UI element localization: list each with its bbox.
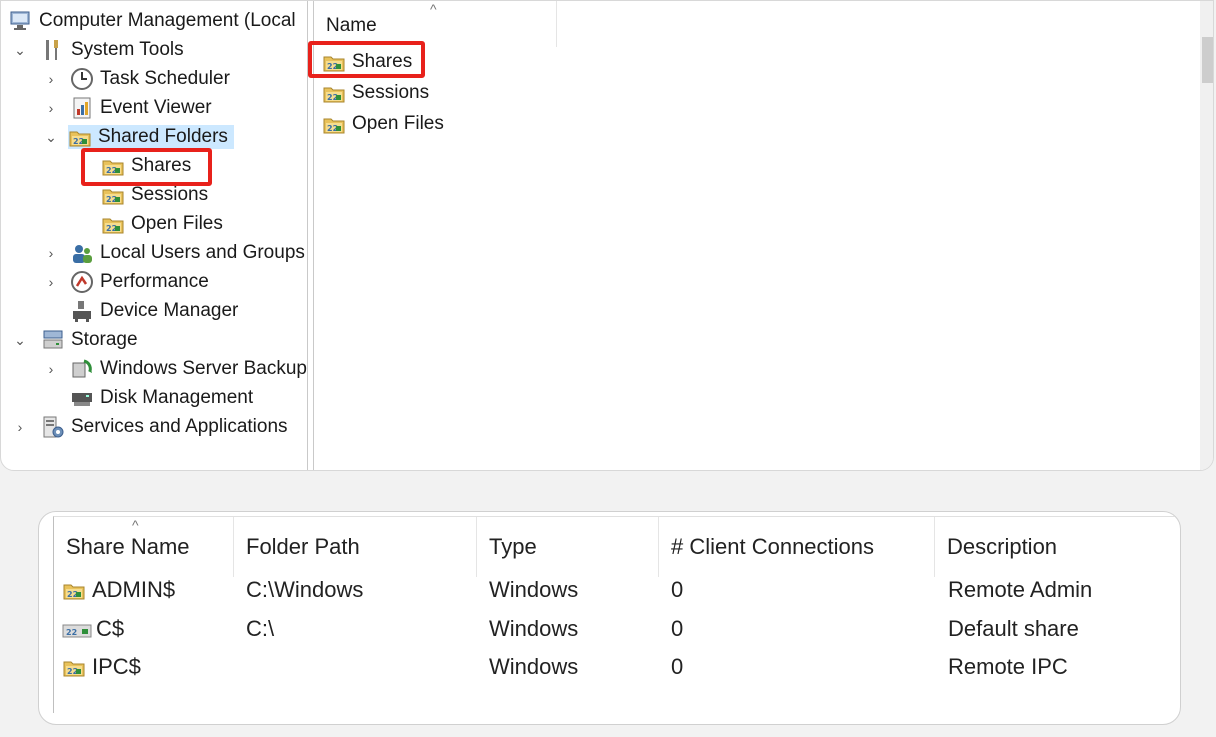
share-name-cell: IPC$ bbox=[62, 649, 141, 685]
chevron-down-icon[interactable]: ⌄ bbox=[11, 332, 29, 349]
column-header-label: Share Name bbox=[66, 534, 190, 559]
tree-item-shared-folders[interactable]: ⌄ Shared Folders bbox=[42, 124, 234, 150]
column-header-label: Type bbox=[489, 534, 537, 559]
tree-item-label: Computer Management (Local bbox=[39, 10, 296, 31]
connections-cell: 0 bbox=[671, 577, 684, 602]
share-drive-icon bbox=[62, 617, 92, 641]
chevron-right-icon[interactable]: › bbox=[42, 274, 60, 290]
tree-item-sessions[interactable]: Sessions bbox=[101, 182, 208, 208]
chevron-right-icon[interactable]: › bbox=[42, 361, 60, 377]
list-item-open-files[interactable]: Open Files bbox=[322, 110, 444, 138]
column-header-label: Description bbox=[947, 534, 1058, 559]
connections-cell: 0 bbox=[671, 616, 684, 641]
scrollbar-thumb[interactable] bbox=[1202, 37, 1213, 83]
tree-item-device-manager[interactable]: Device Manager bbox=[70, 298, 238, 324]
tree-item-label: Performance bbox=[100, 271, 209, 292]
description-cell: Remote Admin bbox=[948, 577, 1093, 602]
tree-item-label: Sessions bbox=[131, 184, 209, 205]
tree-item-label: Task Scheduler bbox=[100, 68, 230, 89]
tools-icon bbox=[41, 38, 65, 62]
column-header-description[interactable]: Description bbox=[935, 517, 1180, 577]
vertical-scrollbar[interactable] bbox=[1200, 1, 1213, 470]
performance-icon bbox=[70, 270, 94, 294]
share-folder-icon bbox=[322, 81, 346, 105]
sort-caret-icon: ^ bbox=[430, 1, 437, 17]
tree-item-label: Local Users and Groups bbox=[100, 242, 305, 263]
list-item-sessions[interactable]: Sessions bbox=[322, 79, 429, 107]
column-header-type[interactable]: Type bbox=[477, 517, 659, 577]
column-header-folder-path[interactable]: Folder Path bbox=[234, 517, 477, 577]
tree-item-label: Windows Server Backup bbox=[100, 358, 307, 379]
tree-item-disk-management[interactable]: Disk Management bbox=[70, 385, 253, 411]
shares-tree-highlight-box bbox=[81, 148, 212, 186]
share-folder-icon bbox=[62, 655, 86, 679]
backup-icon bbox=[70, 357, 94, 381]
chevron-right-icon[interactable]: › bbox=[42, 245, 60, 261]
share-name-cell: ADMIN$ bbox=[62, 572, 175, 608]
chevron-down-icon[interactable]: ⌄ bbox=[11, 42, 29, 59]
tree-selection-highlight: Shared Folders bbox=[68, 125, 234, 149]
tree-item-system-tools[interactable]: ⌄ System Tools bbox=[11, 37, 184, 63]
tree-item-label: Shared Folders bbox=[98, 126, 228, 147]
type-cell: Windows bbox=[489, 577, 579, 602]
console-tree: Computer Management (Local ⌄ System Tool… bbox=[1, 1, 308, 470]
column-header-share-name[interactable]: ^ Share Name bbox=[54, 517, 234, 577]
results-pane: ^ Name Shares Sessions Open Files bbox=[308, 1, 1201, 470]
chevron-right-icon[interactable]: › bbox=[42, 100, 60, 116]
list-item-label: Sessions bbox=[352, 82, 430, 103]
column-header-label: # Client Connections bbox=[671, 534, 875, 559]
share-folder-icon bbox=[62, 578, 86, 602]
connections-cell: 0 bbox=[671, 654, 684, 679]
event-viewer-icon bbox=[70, 96, 94, 120]
tree-item-event-viewer[interactable]: › Event Viewer bbox=[42, 95, 212, 121]
computer-management-window: Computer Management (Local ⌄ System Tool… bbox=[0, 0, 1214, 471]
shared-folders-icon bbox=[68, 125, 92, 149]
share-folder-icon bbox=[322, 112, 346, 136]
users-icon bbox=[70, 241, 94, 265]
tree-item-label: System Tools bbox=[71, 39, 184, 60]
device-manager-icon bbox=[70, 299, 94, 323]
tree-item-windows-server-backup[interactable]: › Windows Server Backup bbox=[42, 356, 307, 382]
tree-item-label: Services and Applications bbox=[71, 416, 288, 437]
services-icon bbox=[41, 415, 65, 439]
disk-icon bbox=[70, 386, 94, 410]
share-folder-icon bbox=[101, 183, 125, 207]
chevron-down-icon[interactable]: ⌄ bbox=[42, 129, 60, 146]
tree-item-open-files[interactable]: Open Files bbox=[101, 211, 223, 237]
shares-table: ^ Share Name Folder Path Type # Client C… bbox=[53, 516, 1180, 713]
share-folder-icon bbox=[101, 212, 125, 236]
folder-path-cell: C:\Windows bbox=[246, 577, 364, 602]
tree-item-label: Storage bbox=[71, 329, 138, 350]
shares-list-highlight-box bbox=[308, 41, 425, 78]
share-name-cell: C$ bbox=[62, 611, 124, 647]
tree-item-performance[interactable]: › Performance bbox=[42, 269, 209, 295]
folder-path-cell: C:\ bbox=[246, 616, 275, 641]
computer-management-icon bbox=[9, 9, 33, 33]
type-cell: Windows bbox=[489, 654, 579, 679]
type-cell: Windows bbox=[489, 616, 579, 641]
column-header-client-connections[interactable]: # Client Connections bbox=[659, 517, 935, 577]
tree-item-task-scheduler[interactable]: › Task Scheduler bbox=[42, 66, 230, 92]
description-cell: Default share bbox=[948, 616, 1079, 641]
clock-icon bbox=[70, 67, 94, 91]
list-item-label: Open Files bbox=[352, 113, 444, 134]
tree-item-label: Disk Management bbox=[100, 387, 254, 408]
tree-item-services-applications[interactable]: › Services and Applications bbox=[11, 414, 288, 440]
shares-detail-panel: ^ Share Name Folder Path Type # Client C… bbox=[38, 511, 1181, 725]
chevron-right-icon[interactable]: › bbox=[42, 71, 60, 87]
storage-icon bbox=[41, 328, 65, 352]
tree-item-label: Device Manager bbox=[100, 300, 239, 321]
chevron-right-icon[interactable]: › bbox=[11, 419, 29, 435]
tree-item-computer-management[interactable]: Computer Management (Local bbox=[9, 8, 296, 34]
tree-item-label: Open Files bbox=[131, 213, 223, 234]
tree-item-local-users-groups[interactable]: › Local Users and Groups bbox=[42, 240, 305, 266]
tree-item-storage[interactable]: ⌄ Storage bbox=[11, 327, 138, 353]
column-header-label: Name bbox=[326, 15, 377, 36]
description-cell: Remote IPC bbox=[948, 654, 1068, 679]
tree-item-label: Event Viewer bbox=[100, 97, 212, 118]
sort-caret-icon: ^ bbox=[132, 517, 139, 533]
column-header-label: Folder Path bbox=[246, 534, 360, 559]
